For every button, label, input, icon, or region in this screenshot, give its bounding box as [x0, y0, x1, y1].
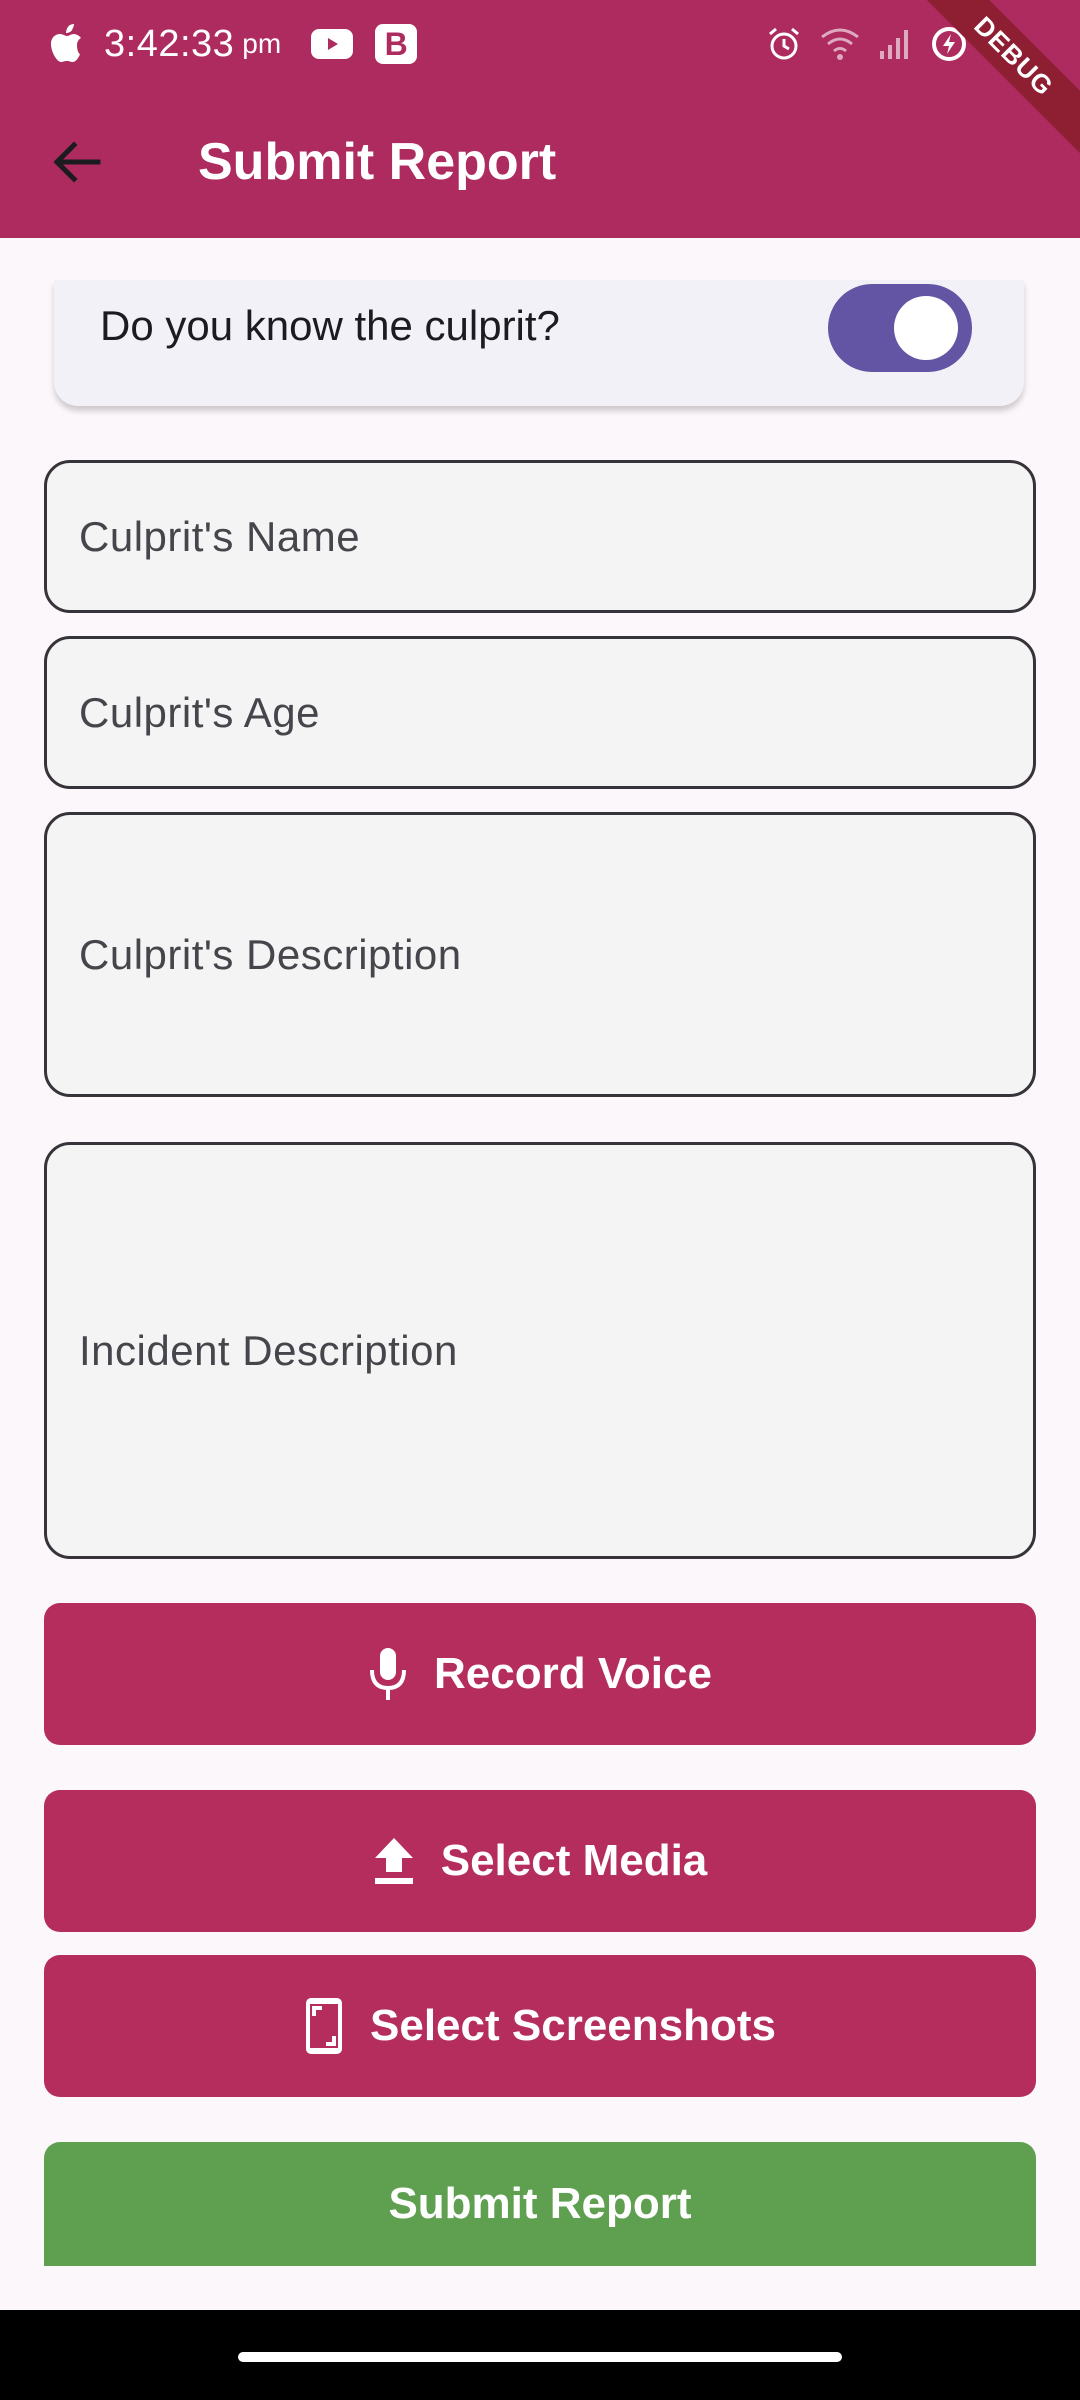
- culprit-name-label: Culprit's Name: [79, 512, 361, 560]
- culprit-age-label: Culprit's Age: [79, 688, 320, 736]
- status-bar: 3:42:33 pm B DEBUG: [0, 0, 1080, 164]
- apple-icon: [51, 24, 81, 62]
- b-app-icon: B: [375, 24, 418, 64]
- culprit-age-field[interactable]: Culprit's Age: [44, 636, 1036, 789]
- youtube-icon: [311, 29, 354, 59]
- record-voice-label: Record Voice: [434, 1649, 712, 1698]
- select-media-label: Select Media: [440, 1836, 708, 1885]
- top-bar: 3:42:33 pm B DEBUG Submit Report: [0, 0, 1080, 238]
- record-voice-button[interactable]: Record Voice: [44, 1603, 1036, 1745]
- system-nav-bar: [0, 2310, 1080, 2400]
- alarm-icon: [768, 27, 799, 60]
- select-media-button[interactable]: Select Media: [44, 1790, 1036, 1932]
- select-screenshots-button[interactable]: Select Screenshots: [44, 1955, 1036, 2097]
- culprit-description-field[interactable]: Culprit's Description: [44, 812, 1036, 1097]
- incident-description-label: Incident Description: [79, 1326, 458, 1374]
- back-button[interactable]: [40, 126, 112, 198]
- status-bar-left: 3:42:33 pm B: [46, 18, 418, 70]
- submit-report-button[interactable]: Submit Report: [44, 2142, 1036, 2266]
- culprit-toggle-label: Do you know the culprit?: [100, 302, 560, 349]
- culprit-toggle-card: Do you know the culprit?: [54, 280, 1024, 406]
- upload-icon: [374, 1838, 413, 1884]
- status-time-ampm: pm: [242, 28, 282, 59]
- app-bar: Submit Report: [0, 88, 1080, 238]
- culprit-description-label: Culprit's Description: [79, 930, 462, 978]
- culprit-known-switch[interactable]: [828, 284, 972, 372]
- arrow-back-icon: [53, 141, 101, 183]
- home-gesture-handle[interactable]: [238, 2352, 842, 2362]
- culprit-name-field[interactable]: Culprit's Name: [44, 460, 1036, 613]
- wifi-icon: [821, 28, 859, 60]
- mic-icon: [370, 1648, 407, 1700]
- page-title: Submit Report: [198, 133, 557, 191]
- screenshot-icon: [306, 1998, 343, 2054]
- submit-report-label: Submit Report: [388, 2179, 692, 2228]
- select-screenshots-label: Select Screenshots: [370, 2001, 776, 2050]
- switch-knob: [894, 296, 958, 360]
- incident-description-field[interactable]: Incident Description: [44, 1142, 1036, 1559]
- signal-icon: [879, 30, 908, 59]
- status-time: 3:42:33: [104, 22, 235, 65]
